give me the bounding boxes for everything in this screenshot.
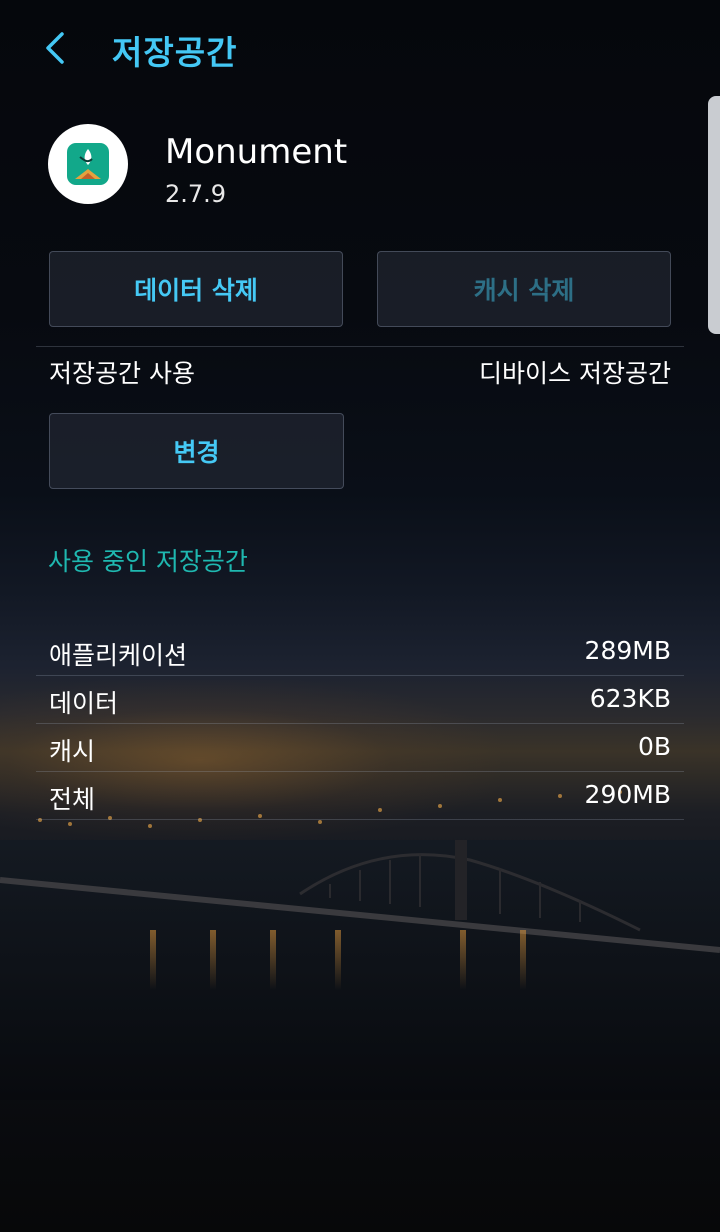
divider [36, 346, 684, 347]
app-icon [48, 124, 128, 204]
usage-value-data: 623KB [589, 684, 671, 713]
back-button[interactable] [36, 28, 76, 68]
storage-used-label: 저장공간 사용 [49, 359, 195, 388]
scrollbar[interactable] [708, 96, 720, 334]
app-version: 2.7.9 [165, 180, 227, 208]
clear-cache-button[interactable]: 캐시 삭제 [377, 251, 671, 327]
section-title-storage-in-use: 사용 중인 저장공간 [48, 547, 248, 576]
usage-label-application: 애플리케이션 [49, 641, 188, 670]
page-title: 저장공간 [112, 33, 238, 72]
divider [36, 819, 684, 820]
divider [36, 771, 684, 772]
storage-used-value: 디바이스 저장공간 [479, 359, 671, 388]
monument-logo-icon [67, 143, 109, 185]
change-storage-button[interactable]: 변경 [49, 413, 344, 489]
usage-value-total: 290MB [584, 780, 671, 809]
clear-data-button[interactable]: 데이터 삭제 [49, 251, 343, 327]
usage-label-data: 데이터 [49, 689, 119, 718]
usage-label-cache: 캐시 [49, 737, 96, 766]
usage-value-application: 289MB [584, 636, 671, 665]
app-name: Monument [165, 132, 348, 172]
chevron-left-icon [46, 32, 64, 64]
usage-value-cache: 0B [637, 732, 671, 761]
divider [36, 723, 684, 724]
divider [36, 675, 684, 676]
usage-label-total: 전체 [49, 785, 96, 814]
